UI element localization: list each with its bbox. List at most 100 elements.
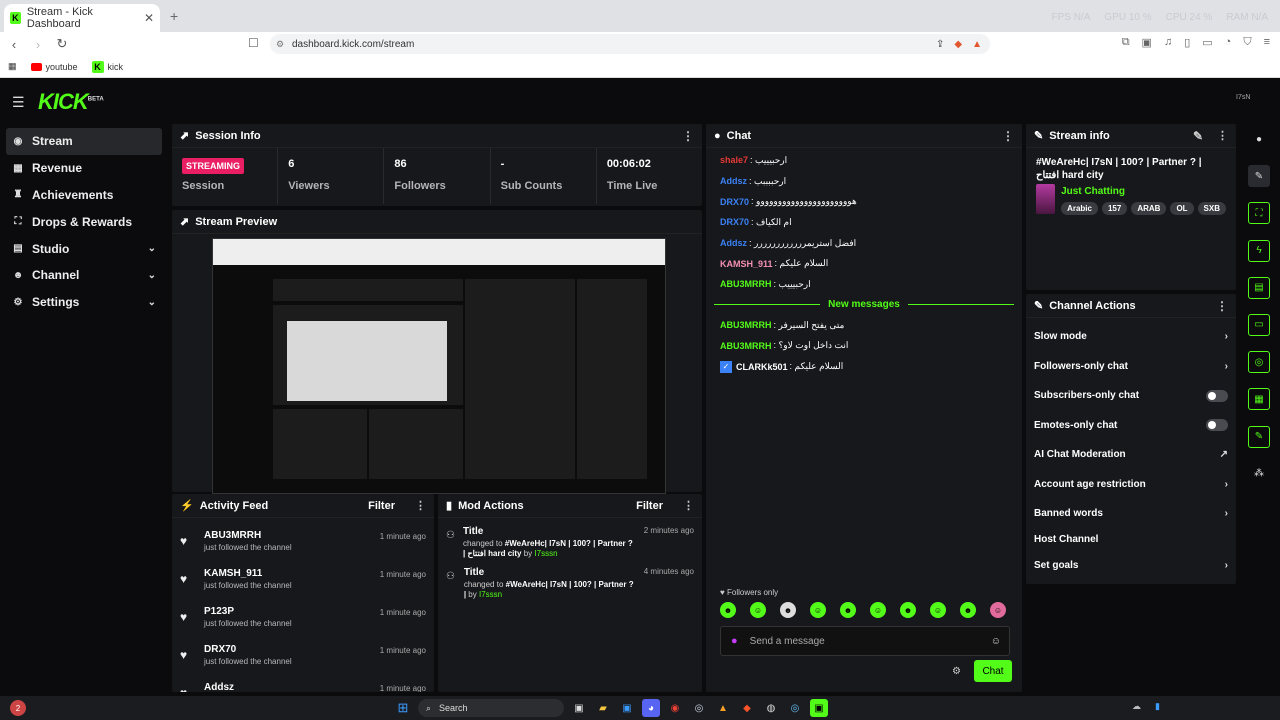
reload-icon[interactable]: ↻ — [52, 36, 72, 52]
emote-icon[interactable]: ☻ — [900, 602, 916, 618]
edit-icon[interactable]: ✎ — [1248, 165, 1270, 188]
chat-username[interactable]: ABU3MRRH — [720, 320, 772, 330]
chat-username[interactable]: DRX70 — [720, 217, 749, 227]
steam-icon[interactable]: ◎ — [690, 699, 708, 717]
hamburger-menu-icon[interactable]: ☰ — [12, 94, 25, 111]
widgets-icon[interactable]: 2 — [10, 700, 26, 716]
mod-action-user[interactable]: I7sssn — [479, 590, 502, 599]
emote-icon[interactable]: ☻ — [780, 602, 796, 618]
brave-shield-icon[interactable]: ◆ — [954, 39, 962, 50]
action-banned-words[interactable]: Banned words › — [1026, 499, 1236, 529]
sidebar-item-settings[interactable]: ⚙ Settings ⌄ — [6, 289, 162, 316]
activity-user[interactable]: P123P — [204, 606, 292, 617]
user-avatar[interactable]: I7sN — [1236, 94, 1254, 106]
wrench-icon[interactable]: ✎ — [1248, 425, 1270, 448]
action-followers-only[interactable]: Followers-only chat › — [1026, 352, 1236, 382]
kick-app-icon[interactable]: ▣ — [810, 699, 828, 717]
close-tab-icon[interactable]: ✕ — [144, 11, 154, 25]
more-options-icon[interactable]: ⋮ — [682, 129, 694, 143]
windows-start-icon[interactable]: ⊞ — [394, 699, 412, 717]
emotes-only-toggle[interactable] — [1206, 419, 1228, 432]
broadcast-icon[interactable]: ◎ — [1248, 351, 1270, 374]
vpn-icon[interactable]: ◔ — [1225, 36, 1232, 49]
store-icon[interactable]: ▣ — [618, 699, 636, 717]
bookmark-kick[interactable]: Kkick — [91, 60, 123, 73]
integrations-icon[interactable]: ⁂ — [1248, 463, 1270, 485]
sidebar-icon[interactable]: ▯ — [1184, 36, 1190, 49]
address-bar[interactable]: ⚙ dashboard.kick.com/stream ⇪ ◆ ▲ — [270, 34, 990, 54]
brave-rewards-icon[interactable]: ▲ — [972, 39, 982, 50]
app-icon[interactable]: ▲ — [714, 699, 732, 717]
edit-icon[interactable]: ✎ — [1193, 129, 1203, 143]
filter-button[interactable]: Filter — [368, 500, 395, 512]
sidebar-item-drops[interactable]: ⛶ Drops & Rewards — [6, 208, 162, 235]
shield-icon[interactable]: ⛉ — [1243, 36, 1251, 49]
activity-user[interactable]: KAMSH_911 — [204, 568, 292, 579]
screenshot-icon[interactable]: ▣ — [1142, 36, 1152, 49]
chrome-icon[interactable]: ◉ — [666, 699, 684, 717]
stream-preview-video[interactable] — [212, 238, 666, 494]
chat-username[interactable]: DRX70 — [720, 197, 749, 207]
sidebar-item-achievements[interactable]: ♜ Achievements — [6, 182, 162, 209]
site-info-icon[interactable]: ⚙ — [276, 39, 284, 50]
emote-icon[interactable]: ☺ — [990, 602, 1006, 618]
chat-username[interactable]: CLARKk501 — [736, 362, 788, 372]
mod-action-user[interactable]: I7sssn — [534, 549, 557, 558]
subscribers-only-toggle[interactable] — [1206, 389, 1228, 402]
chat-username[interactable]: Addsz — [720, 238, 747, 248]
filter-button[interactable]: Filter — [636, 500, 663, 512]
more-options-icon[interactable]: ⋮ — [683, 499, 694, 512]
emote-icon[interactable]: ☻ — [720, 602, 736, 618]
more-options-icon[interactable]: ⋮ — [1002, 129, 1014, 143]
sidebar-item-channel[interactable]: ☻ Channel ⌄ — [6, 262, 162, 289]
chat-username[interactable]: KAMSH_911 — [720, 259, 773, 269]
brave-icon[interactable]: ◆ — [738, 699, 756, 717]
apps-icon[interactable]: ▦ — [8, 61, 17, 72]
chat-input[interactable]: ● Send a message ☺ — [720, 626, 1010, 656]
stream-category[interactable]: Just Chatting — [1061, 186, 1226, 197]
sidebar-item-revenue[interactable]: ▦ Revenue — [6, 155, 162, 182]
action-host-channel[interactable]: Host Channel — [1026, 529, 1236, 551]
clip-icon[interactable]: ⛶ — [1248, 202, 1270, 225]
chat-username[interactable]: shale7 — [720, 155, 748, 165]
action-ai-moderation[interactable]: AI Chat Moderation ↗ — [1026, 440, 1236, 470]
new-tab-icon[interactable]: + — [170, 8, 178, 24]
bookmark-youtube[interactable]: youtube — [30, 62, 78, 72]
discord-icon[interactable]: ◕ — [642, 699, 660, 717]
layout-icon[interactable]: ▦ — [1248, 388, 1270, 411]
activity-user[interactable]: ABU3MRRH — [204, 530, 292, 541]
action-set-goals[interactable]: Set goals › — [1026, 551, 1236, 581]
browser-tab[interactable]: K Stream - Kick Dashboard ✕ — [4, 4, 160, 32]
music-icon[interactable]: ♫ — [1164, 36, 1172, 49]
microphone-icon[interactable]: ● — [731, 635, 738, 647]
chat-send-button[interactable]: Chat — [974, 660, 1012, 682]
steam-icon[interactable]: ◎ — [786, 699, 804, 717]
more-options-icon[interactable]: ⋮ — [1216, 299, 1228, 313]
menu-icon[interactable]: ≡ — [1264, 36, 1270, 49]
emoji-picker-icon[interactable]: ☺ — [991, 636, 1001, 647]
emote-icon[interactable]: ☺ — [750, 602, 766, 618]
extension-icon[interactable]: ⧉ — [1122, 36, 1130, 49]
activity-user[interactable]: DRX70 — [204, 644, 292, 655]
activity-user[interactable]: Addsz — [204, 682, 234, 692]
task-view-icon[interactable]: ▣ — [570, 699, 588, 717]
chat-username[interactable]: ABU3MRRH — [720, 341, 772, 351]
cloud-icon[interactable]: ☁ — [1132, 701, 1141, 712]
emote-icon[interactable]: ☺ — [930, 602, 946, 618]
share-icon[interactable]: ⇪ — [936, 39, 944, 50]
action-account-age[interactable]: Account age restriction › — [1026, 470, 1236, 500]
emote-icon[interactable]: ☺ — [870, 602, 886, 618]
back-icon[interactable]: ‹ — [4, 37, 24, 52]
new-messages-divider[interactable]: New messages — [706, 295, 1022, 315]
sidebar-item-stream[interactable]: ◉ Stream — [6, 128, 162, 155]
more-options-icon[interactable]: ⋮ — [1217, 129, 1228, 142]
kick-logo[interactable]: KICKBETA — [38, 89, 104, 115]
more-options-icon[interactable]: ⋮ — [415, 499, 426, 512]
taskbar-search[interactable]: ⌕ Search — [418, 699, 564, 717]
document-icon[interactable]: ▤ — [1248, 276, 1270, 299]
chat-username[interactable]: ABU3MRRH — [720, 279, 772, 289]
info-icon[interactable]: ● — [1248, 128, 1270, 150]
file-explorer-icon[interactable]: ▰ — [594, 699, 612, 717]
chat-bubble-icon[interactable]: ▭ — [1248, 313, 1270, 336]
emote-icon[interactable]: ☻ — [840, 602, 856, 618]
